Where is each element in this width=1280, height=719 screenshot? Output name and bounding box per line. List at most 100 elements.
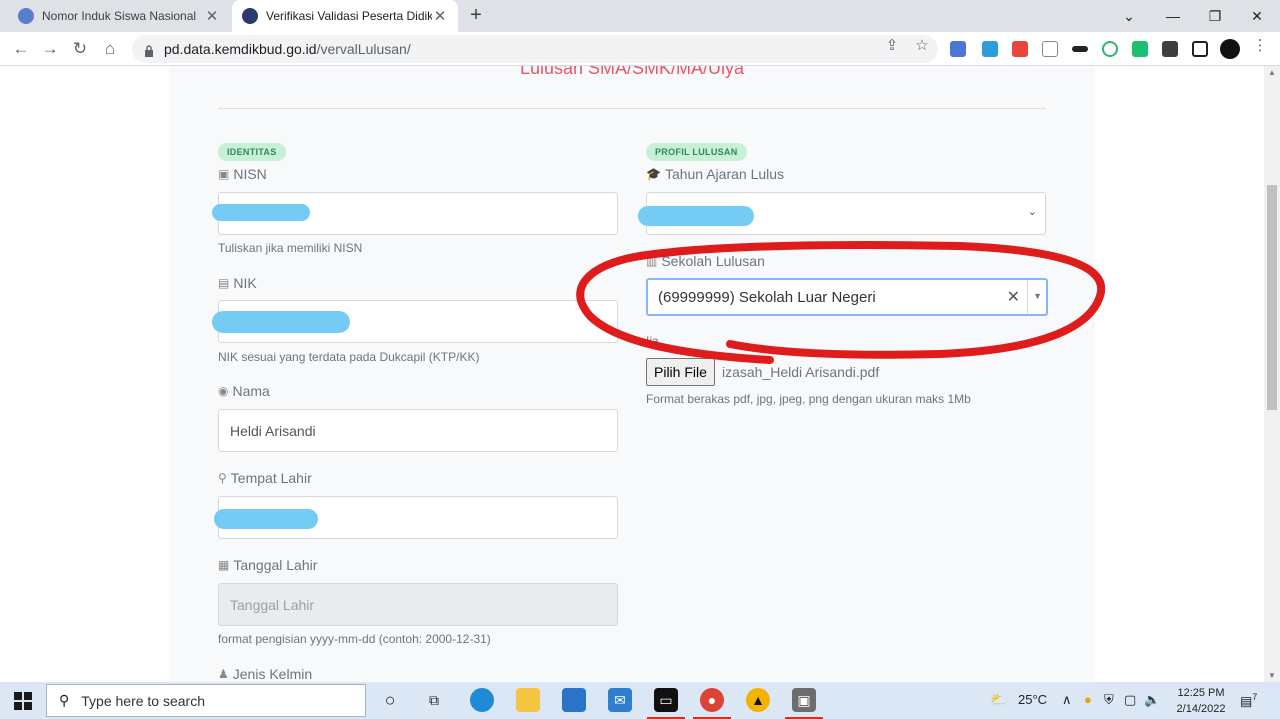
nisn-label: ▣ NISN [218, 166, 267, 182]
login-extension-icon[interactable] [1102, 41, 1118, 57]
nisn-help: Tuliskan jika memiliki NISN [218, 241, 363, 255]
nama-label: ◉ Nama [218, 383, 270, 399]
lock-icon [144, 44, 154, 57]
tempat-lahir-label: ⚲ Tempat Lahir [218, 470, 312, 486]
close-tab-icon[interactable]: ✕ [432, 7, 448, 25]
globe-icon [18, 8, 34, 24]
id-badge-icon: ▤ [218, 276, 230, 290]
graduation-cap-icon: 🎓 [646, 167, 661, 181]
tab-title: Nomor Induk Siswa Nasional [42, 9, 197, 23]
puzzle-icon[interactable] [1162, 41, 1178, 57]
mail-icon[interactable]: ✉ [608, 688, 632, 712]
url-path: /vervalLulusan/ [316, 41, 411, 57]
app-triangle-icon[interactable]: ▲ [746, 688, 770, 712]
tab-search-icon[interactable]: ⌄ [1106, 0, 1152, 32]
chevron-down-icon: ⌄ [1027, 206, 1037, 218]
close-window-button[interactable]: ✕ [1234, 0, 1280, 32]
network-icon[interactable]: ▢ [1124, 692, 1136, 708]
profile-avatar[interactable] [1220, 39, 1240, 59]
redaction-mark [214, 509, 318, 529]
mask-extension-icon[interactable] [1072, 46, 1088, 52]
search-icon: ⚲ [59, 692, 70, 708]
task-view-icon[interactable]: ⧉ [422, 688, 446, 712]
back-icon[interactable]: ← [8, 36, 34, 62]
windows-start-icon[interactable] [14, 692, 32, 710]
menu-kebab-icon[interactable]: ⋮ [1250, 36, 1270, 54]
share-icon[interactable]: ⇪ [882, 36, 902, 54]
tab-title: Verifikasi Validasi Peserta Didik Lu [266, 9, 432, 23]
clock-time: 12:25 PM [1177, 687, 1225, 699]
url-host: pd.data.kemdikbud.go.id [164, 41, 317, 57]
new-tab-button[interactable]: + [466, 5, 486, 26]
cortana-icon[interactable]: ○ [378, 688, 402, 712]
side-panel-icon[interactable] [1192, 41, 1208, 57]
reload-icon[interactable]: ↻ [67, 36, 93, 62]
sekolah-select[interactable]: (69999999) Sekolah Luar Negeri ✕ ▼ [646, 278, 1048, 316]
notification-count: 7 [1252, 692, 1258, 702]
choose-file-button[interactable]: Pilih File [646, 358, 715, 386]
ijazah-label-partial: Ija [646, 334, 659, 348]
speaker-icon[interactable]: 🔈 [1144, 692, 1160, 708]
tanggal-lahir-input[interactable]: Tanggal Lahir [218, 583, 618, 626]
page-scrollbar[interactable]: ▲ ▼ [1264, 66, 1280, 682]
select-separator [1027, 280, 1028, 314]
tab-nisn[interactable]: Nomor Induk Siswa Nasional ✕ [8, 0, 230, 32]
megaphone-extension-icon[interactable] [1012, 41, 1028, 57]
form-card: Lulusan SMA/SMK/MA/Ulya IDENTITAS ▣ NISN … [172, 66, 1092, 682]
divider [218, 108, 1046, 109]
translate-extension-icon[interactable] [950, 41, 966, 57]
tray-app-icon[interactable]: ● [1084, 692, 1092, 707]
tahun-ajaran-label: 🎓 Tahun Ajaran Lulus [646, 166, 785, 182]
sekolah-label: ▥ Sekolah Lulusan [646, 253, 765, 269]
caret-down-icon[interactable]: ▼ [1033, 291, 1042, 301]
taskbar-search-input[interactable]: ⚲ Type here to search [46, 684, 366, 717]
weather-icon[interactable]: ⛅ [990, 692, 1006, 708]
minimize-button[interactable]: — [1150, 0, 1196, 32]
taskbar-clock[interactable]: 12:25 PM 2/14/2022 [1172, 685, 1230, 717]
scroll-up-icon[interactable]: ▲ [1268, 68, 1276, 77]
nik-help: NIK sesuai yang terdata pada Dukcapil (K… [218, 350, 480, 364]
document-extension-icon[interactable] [1042, 41, 1058, 57]
restore-button[interactable]: ❐ [1192, 0, 1238, 32]
calendar-icon: ▦ [218, 558, 230, 572]
globe-icon [242, 8, 258, 24]
user-icon: ♟ [218, 667, 229, 681]
selected-filename: izasah_Heldi Arisandi.pdf [722, 364, 880, 380]
sekolah-selected-value: (69999999) Sekolah Luar Negeri [658, 288, 876, 306]
browser-tab-strip: Nomor Induk Siswa Nasional ✕ Verifikasi … [0, 0, 1280, 32]
clear-selection-icon[interactable]: ✕ [1007, 287, 1020, 307]
notification-icon[interactable]: ▤7 [1240, 692, 1257, 709]
map-pin-icon: ⚲ [218, 471, 227, 485]
security-icon[interactable]: ⛨ [1104, 692, 1114, 708]
bookmark-star-icon[interactable]: ☆ [912, 36, 932, 54]
section-badge-profil: PROFIL LULUSAN [646, 143, 747, 161]
redaction-mark [638, 206, 754, 226]
file-explorer-icon[interactable] [516, 688, 540, 712]
terminal-icon[interactable]: ▭ [654, 688, 678, 712]
jenis-kelamin-label: ♟ Jenis Kelmin [218, 666, 313, 682]
tanggal-lahir-label: ▦ Tanggal Lahir [218, 557, 318, 573]
chrome-icon[interactable]: ● [700, 688, 724, 712]
building-icon: ▥ [646, 254, 658, 268]
app-box-icon[interactable]: ▣ [792, 688, 816, 712]
close-tab-icon[interactable]: ✕ [204, 7, 220, 25]
forward-icon[interactable]: → [37, 36, 63, 62]
scrollbar-thumb[interactable] [1267, 185, 1277, 410]
address-bar[interactable]: pd.data.kemdikbud.go.id/vervalLulusan/ [132, 35, 938, 63]
tab-verval[interactable]: Verifikasi Validasi Peserta Didik Lu ✕ [232, 0, 458, 32]
nama-input[interactable]: Heldi Arisandi [218, 409, 618, 452]
section-badge-identitas: IDENTITAS [218, 143, 286, 161]
extension-icon[interactable] [982, 41, 998, 57]
tray-expand-icon[interactable]: ∧ [1062, 692, 1072, 708]
home-icon[interactable]: ⌂ [97, 36, 123, 62]
tanggal-lahir-help: format pengisian yyyy-mm-dd (contoh: 200… [218, 632, 491, 646]
store-icon[interactable] [562, 688, 586, 712]
edge-icon[interactable] [470, 688, 494, 712]
browser-toolbar: ← → ↻ ⌂ pd.data.kemdikbud.go.id/vervalLu… [0, 32, 1280, 66]
redaction-mark [212, 204, 310, 221]
copy-extension-icon[interactable] [1132, 41, 1148, 57]
scroll-down-icon[interactable]: ▼ [1268, 671, 1276, 680]
weather-temp[interactable]: 25°C [1018, 692, 1047, 707]
redaction-mark [212, 311, 350, 333]
windows-taskbar: ⚲ Type here to search ○ ⧉ ✉ ▭ ● ▲ ▣ ⛅ 25… [0, 682, 1280, 719]
